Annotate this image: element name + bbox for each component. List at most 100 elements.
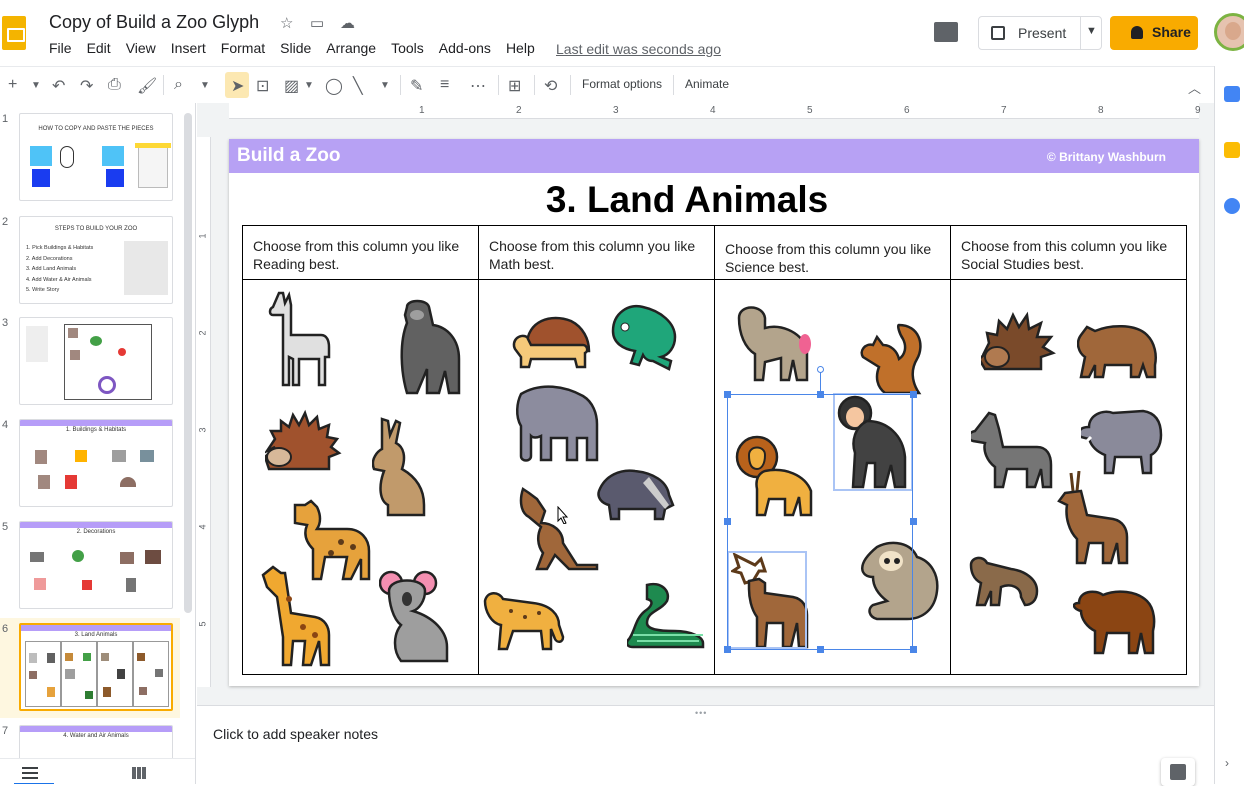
filmstrip-view-icon[interactable] [22, 767, 38, 779]
calendar-icon[interactable] [1224, 86, 1240, 102]
menu-tools[interactable]: Tools [391, 40, 424, 60]
redo-icon[interactable]: ↷ [80, 76, 93, 96]
line-icon[interactable]: ╲ [353, 76, 363, 96]
cloud-status-icon[interactable]: ☁ [340, 14, 355, 32]
chameleon-icon[interactable] [609, 301, 687, 373]
document-title[interactable]: Copy of Build a Zoo Glyph [49, 12, 259, 33]
border-weight-icon[interactable]: ≡ [440, 76, 449, 94]
speaker-notes[interactable]: ••• Click to add speaker notes [197, 705, 1214, 786]
bear-icon[interactable] [1077, 321, 1159, 379]
menu-arrange[interactable]: Arrange [326, 40, 376, 60]
resize-handle[interactable] [724, 646, 731, 653]
antelope-icon[interactable] [1049, 471, 1133, 567]
speaker-notes-placeholder[interactable]: Click to add speaker notes [213, 726, 378, 742]
column-header[interactable]: Choose from this column you like Math be… [479, 226, 714, 280]
format-options-button[interactable]: Format options [582, 77, 662, 91]
expand-panel-icon[interactable]: › [1225, 756, 1229, 770]
menu-file[interactable]: File [49, 40, 72, 60]
resize-handle[interactable] [910, 391, 917, 398]
menu-view[interactable]: View [126, 40, 156, 60]
image-icon[interactable]: ▨ [284, 76, 299, 96]
menu-edit[interactable]: Edit [87, 40, 111, 60]
star-icon[interactable]: ☆ [280, 14, 293, 32]
last-edit-link[interactable]: Last edit was seconds ago [556, 41, 721, 57]
column-header[interactable]: Choose from this column you like Reading… [243, 226, 478, 280]
vertical-ruler[interactable]: 1 2 3 4 5 [197, 137, 211, 687]
column-header[interactable]: Choose from this column you like Social … [951, 226, 1186, 280]
bison-icon[interactable] [1073, 587, 1159, 655]
text-box-icon[interactable]: ⊡ [256, 76, 269, 96]
paint-format-icon[interactable]: 🖌 [137, 76, 157, 96]
elephant-icon[interactable] [505, 384, 601, 468]
giraffe-icon[interactable] [259, 565, 337, 667]
new-slide-dropdown-icon[interactable]: ▼ [31, 80, 41, 91]
resize-handle[interactable] [724, 391, 731, 398]
slide-credit[interactable]: © Brittany Washburn [1047, 150, 1166, 164]
undo-icon[interactable]: ↶ [52, 76, 65, 96]
slide-heading[interactable]: 3. Land Animals [229, 179, 1145, 221]
add-comment-icon[interactable]: ⊞ [508, 76, 521, 96]
slide-thumbnail-2[interactable]: STEPS TO BUILD YOUR ZOO 1. Pick Building… [19, 216, 173, 304]
slides-logo-icon[interactable] [2, 16, 26, 50]
badger-icon[interactable] [593, 467, 675, 527]
grid-view-icon[interactable] [132, 767, 146, 779]
horizontal-ruler[interactable]: 1 2 3 4 5 6 7 8 9 [229, 103, 1201, 119]
cheetah-icon[interactable] [481, 587, 565, 653]
present-button[interactable]: Present ▼ [978, 16, 1102, 50]
resize-handle[interactable] [817, 391, 824, 398]
new-slide-icon[interactable]: + [8, 76, 17, 94]
porcupine-icon[interactable] [981, 309, 1063, 377]
border-dash-icon[interactable]: ⋯ [470, 76, 486, 96]
column-header[interactable]: Choose from this column you like Science… [715, 226, 950, 280]
line-dropdown-icon[interactable]: ▼ [380, 80, 390, 91]
slide-thumbnail-6[interactable]: 3. Land Animals [19, 623, 173, 711]
resize-handle[interactable] [910, 518, 917, 525]
comment-history-icon[interactable] [934, 22, 958, 42]
rotate-handle[interactable] [817, 366, 824, 373]
slide-thumbnail-4[interactable]: 1. Buildings & Habitats [19, 419, 173, 507]
menu-insert[interactable]: Insert [171, 40, 206, 60]
boar-icon[interactable] [1081, 407, 1163, 475]
collapse-toolbar-icon[interactable]: ︿ [1188, 78, 1201, 97]
squirrel-icon[interactable] [859, 321, 925, 397]
baboon-icon[interactable] [735, 304, 817, 384]
zoom-icon[interactable]: ⌕ [174, 76, 183, 94]
selection-box[interactable] [727, 394, 913, 650]
resize-handle[interactable] [724, 518, 731, 525]
animate-button[interactable]: Animate [685, 77, 729, 91]
explore-button[interactable] [1161, 758, 1195, 786]
kangaroo-icon[interactable] [515, 487, 599, 573]
gorilla-icon[interactable] [387, 297, 467, 397]
replace-image-icon[interactable]: ⟲ [544, 76, 557, 96]
slide-thumbnail-5[interactable]: 2. Decorations [19, 521, 173, 609]
kangaroo-rabbit-icon[interactable] [372, 417, 434, 517]
shape-icon[interactable]: ◯ [325, 76, 343, 96]
tasks-icon[interactable] [1224, 198, 1240, 214]
hedgehog-icon[interactable] [265, 407, 347, 477]
horse-icon[interactable] [971, 411, 1053, 489]
image-dropdown-icon[interactable]: ▼ [304, 80, 314, 91]
account-avatar[interactable] [1214, 13, 1244, 51]
tortoise-icon[interactable] [511, 311, 593, 375]
slide-brand[interactable]: Build a Zoo [237, 145, 340, 167]
border-color-icon[interactable]: ✎ [410, 76, 423, 96]
menu-format[interactable]: Format [221, 40, 265, 60]
slide-thumbnail-3[interactable] [19, 317, 173, 405]
koala-icon[interactable] [379, 569, 457, 663]
resize-handle[interactable] [910, 646, 917, 653]
print-icon[interactable]: ⎙ [108, 76, 121, 94]
menu-addons[interactable]: Add-ons [439, 40, 491, 60]
zoom-dropdown-icon[interactable]: ▼ [200, 80, 210, 91]
keep-icon[interactable] [1224, 142, 1240, 158]
menu-slide[interactable]: Slide [280, 40, 311, 60]
move-folder-icon[interactable]: ▭ [310, 14, 324, 32]
filmstrip-scrollbar[interactable] [184, 113, 192, 613]
present-dropdown-icon[interactable]: ▼ [1086, 25, 1097, 37]
share-button[interactable]: Share [1110, 16, 1198, 50]
ferret-icon[interactable] [967, 551, 1047, 607]
llama-icon[interactable] [265, 289, 331, 387]
snake-icon[interactable] [627, 581, 707, 651]
notes-resize-grip[interactable]: ••• [695, 708, 707, 718]
slide[interactable]: Build a Zoo © Brittany Washburn 3. Land … [229, 139, 1199, 686]
resize-handle[interactable] [817, 646, 824, 653]
